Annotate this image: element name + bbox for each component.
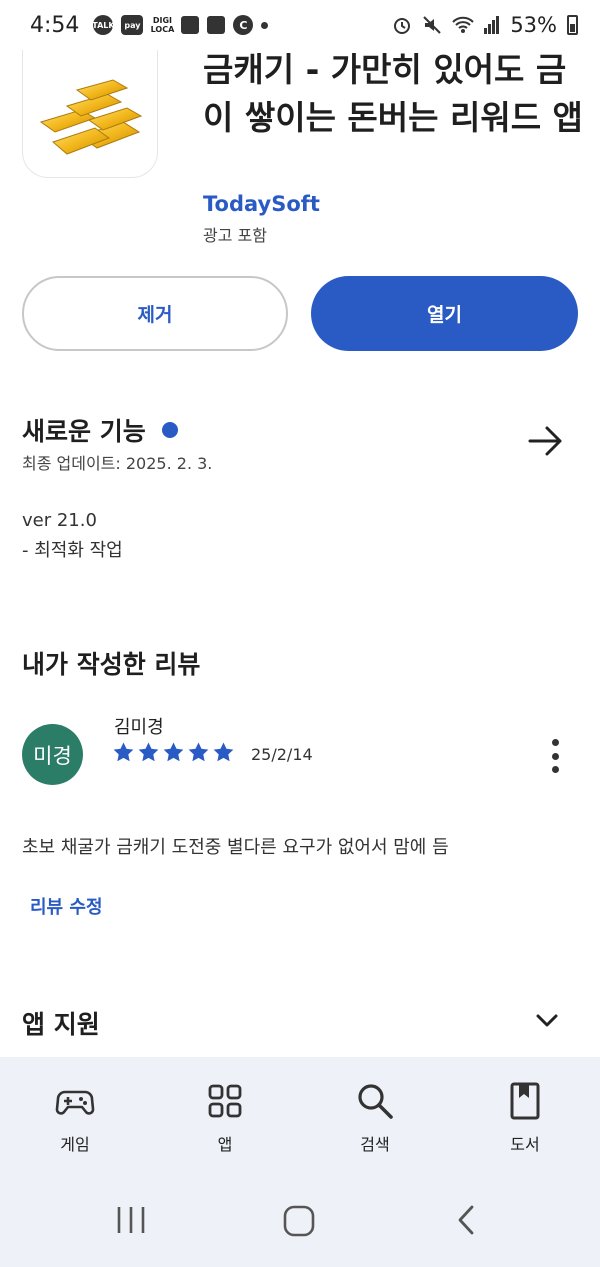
system-navigation-bar xyxy=(0,1177,600,1267)
back-icon[interactable] xyxy=(455,1205,477,1235)
status-time: 4:54 xyxy=(30,12,80,38)
release-version: ver 21.0 xyxy=(22,510,97,531)
star-rating xyxy=(112,741,235,764)
note-notification-icon xyxy=(181,16,200,34)
star-icon xyxy=(188,742,209,762)
status-bar: 4:54 TALK pay DIGI LOCA C 53% xyxy=(0,0,600,50)
star-icon xyxy=(163,742,184,762)
battery-icon xyxy=(567,15,578,35)
reviewer-name: 김미경 xyxy=(114,717,164,738)
open-button[interactable]: 열기 xyxy=(311,276,578,351)
arrow-right-icon[interactable] xyxy=(528,425,564,457)
shopping-notification-icon xyxy=(207,16,226,34)
release-notes: ver 21.0 - 최적화 작업 xyxy=(22,506,123,566)
app-support-title[interactable]: 앱 지원 xyxy=(22,1005,100,1041)
star-icon xyxy=(113,742,134,762)
uninstall-button[interactable]: 제거 xyxy=(22,276,288,351)
wifi-icon xyxy=(452,16,475,33)
battery-percent: 53% xyxy=(510,13,557,37)
chevron-down-icon[interactable] xyxy=(535,1012,559,1030)
star-icon xyxy=(213,742,234,762)
release-note-line: - 최적화 작업 xyxy=(22,540,123,561)
recent-apps-icon[interactable] xyxy=(115,1205,147,1235)
nav-label-apps: 앱 xyxy=(217,1135,233,1154)
book-icon xyxy=(510,1082,540,1120)
c-app-notification-icon: C xyxy=(233,15,254,35)
home-icon[interactable] xyxy=(283,1205,315,1237)
more-options-icon[interactable] xyxy=(548,739,562,773)
developer-link[interactable]: TodaySoft xyxy=(203,192,320,216)
pay-notification-icon: pay xyxy=(121,15,144,35)
signal-icon xyxy=(484,16,500,34)
star-icon xyxy=(138,742,159,762)
app-title: 금캐기 - 가만히 있어도 금이 쌓이는 돈버는 리워드 앱 xyxy=(203,50,583,137)
gold-bars-icon xyxy=(39,79,143,155)
nav-item-search[interactable]: 검색 xyxy=(300,1057,450,1177)
edit-review-button[interactable]: 리뷰 수정 xyxy=(30,893,103,919)
app-icon xyxy=(22,50,158,178)
nav-item-apps[interactable]: 앱 xyxy=(150,1057,300,1177)
gamepad-icon xyxy=(55,1090,95,1115)
alarm-icon xyxy=(394,18,411,34)
last-updated: 최종 업데이트: 2025. 2. 3. xyxy=(22,454,213,473)
kakaotalk-notification-icon: TALK xyxy=(92,15,115,35)
new-indicator-dot xyxy=(162,422,178,438)
nav-label-games: 게임 xyxy=(60,1135,90,1154)
avatar: 미경 xyxy=(22,724,83,785)
mute-icon xyxy=(423,16,442,34)
apps-grid-icon xyxy=(208,1084,242,1118)
review-date: 25/2/14 xyxy=(251,745,313,764)
contains-ads-label: 광고 포함 xyxy=(203,226,267,245)
nav-item-books[interactable]: 도서 xyxy=(450,1057,600,1177)
my-review-title: 내가 작성한 리뷰 xyxy=(22,650,201,679)
nav-label-search: 검색 xyxy=(360,1135,390,1154)
more-notifications-icon xyxy=(261,21,269,29)
search-icon xyxy=(358,1084,393,1119)
digital-locker-notification-icon: DIGI LOCA xyxy=(150,16,175,34)
bottom-navigation: 게임 앱 검색 도서 xyxy=(0,1057,600,1177)
review-text: 초보 채굴가 금캐기 도전중 별다른 요구가 없어서 맘에 듬 xyxy=(22,837,449,858)
nav-label-books: 도서 xyxy=(510,1135,540,1154)
whats-new-title[interactable]: 새로운 기능 xyxy=(22,412,146,448)
nav-item-games[interactable]: 게임 xyxy=(0,1057,150,1177)
